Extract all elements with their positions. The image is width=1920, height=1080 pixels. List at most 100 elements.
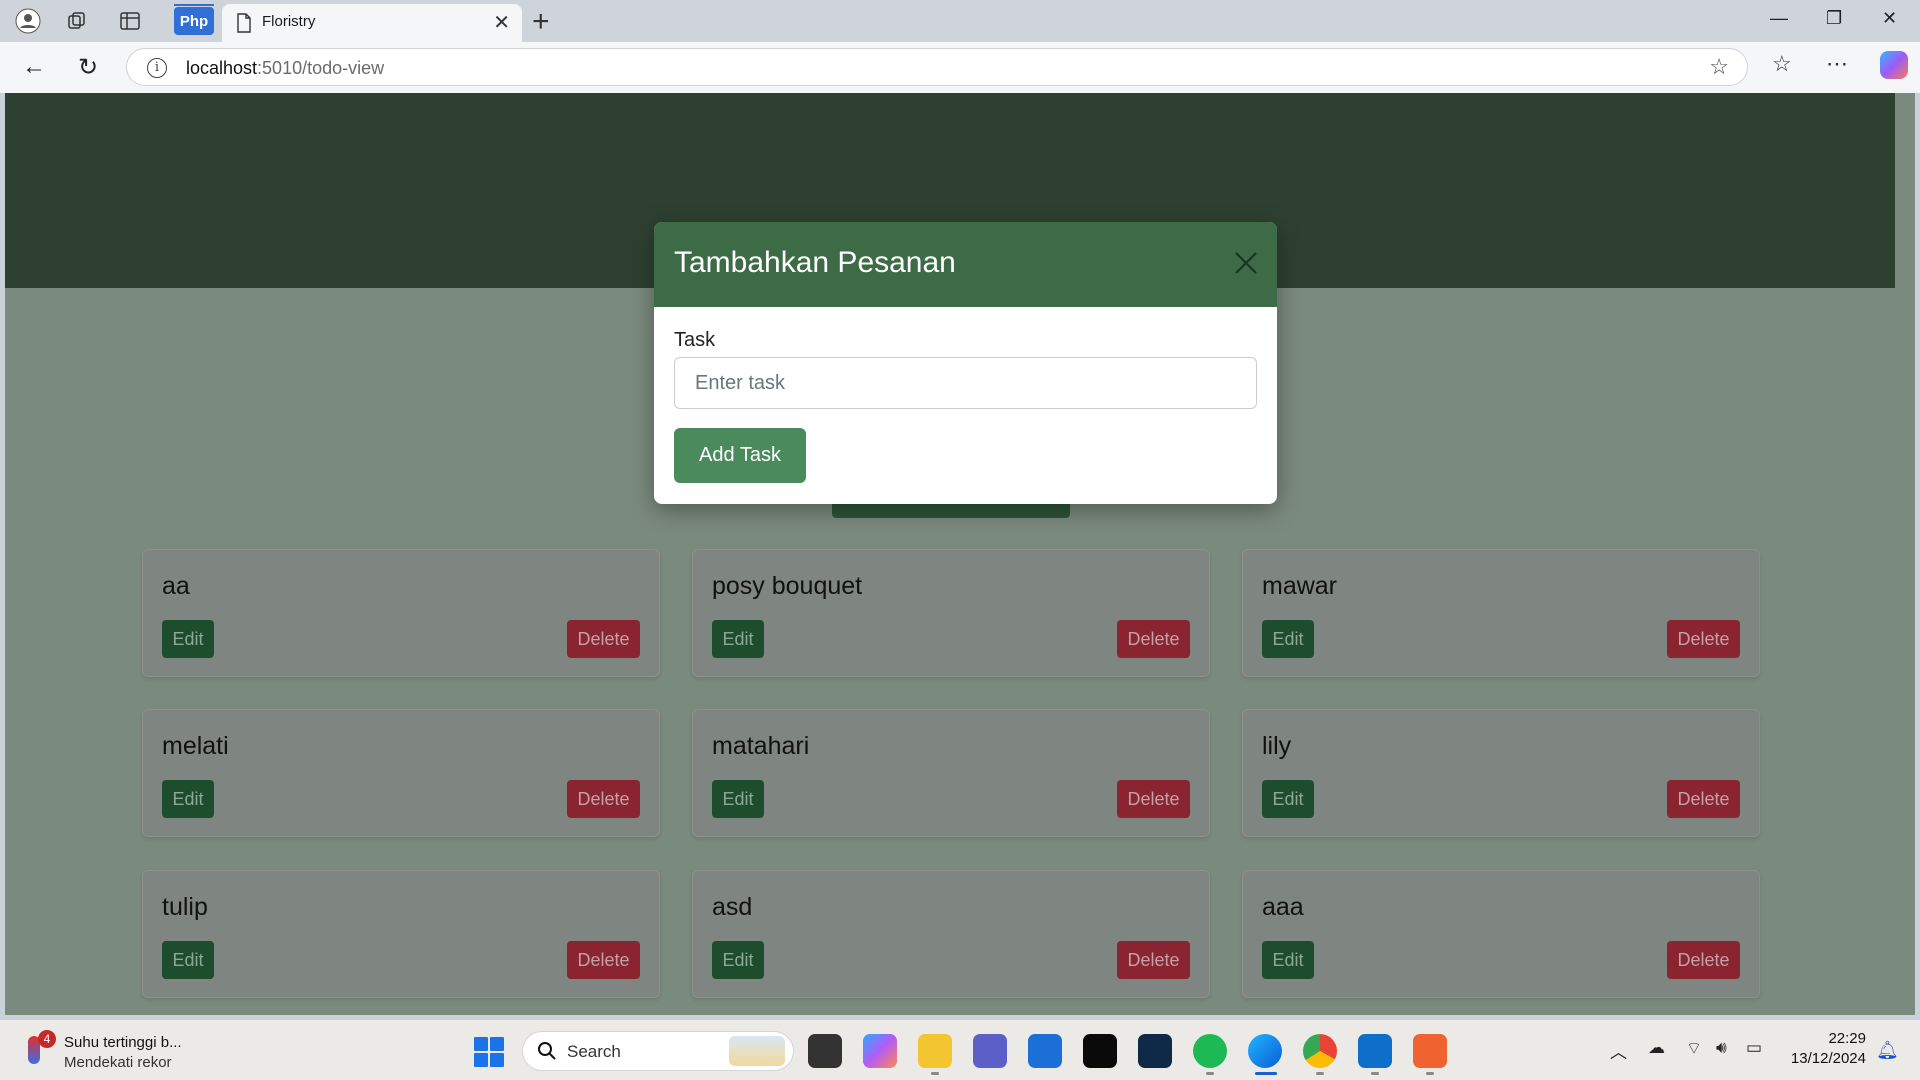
delete-button[interactable]: Delete bbox=[1667, 941, 1740, 979]
task-name: aa bbox=[162, 572, 190, 600]
battery-icon[interactable]: ▭ bbox=[1746, 1038, 1762, 1058]
running-indicator bbox=[1426, 1072, 1434, 1075]
edge-icon[interactable] bbox=[1248, 1034, 1282, 1068]
browser-tab-bar: Php Floristry ✕ + — ❐ ✕ bbox=[0, 0, 1920, 42]
reload-icon[interactable]: ↻ bbox=[78, 53, 98, 82]
delete-button[interactable]: Delete bbox=[1117, 780, 1190, 818]
edit-button[interactable]: Edit bbox=[1262, 941, 1314, 979]
delete-button[interactable]: Delete bbox=[567, 941, 640, 979]
site-info-icon[interactable]: i bbox=[147, 58, 167, 78]
add-order-modal: Tambahkan Pesanan Task Add Task bbox=[654, 222, 1277, 504]
tab-close-icon[interactable]: ✕ bbox=[493, 10, 510, 35]
page-icon bbox=[237, 13, 251, 33]
delete-button[interactable]: Delete bbox=[1117, 620, 1190, 658]
url-text: localhost:5010/todo-view bbox=[186, 58, 385, 78]
notification-badge: 4 bbox=[38, 1030, 56, 1048]
address-bar[interactable]: i localhost:5010/todo-view ☆ bbox=[126, 48, 1748, 86]
task-card: matahari Edit Delete bbox=[692, 709, 1210, 837]
copilot-icon[interactable] bbox=[1880, 51, 1908, 79]
task-card: lily Edit Delete bbox=[1242, 709, 1760, 837]
delete-button[interactable]: Delete bbox=[1667, 780, 1740, 818]
profile-icon[interactable] bbox=[14, 7, 42, 35]
address-toolbar: ← ↻ i localhost:5010/todo-view ☆ ☆ ⋯ bbox=[0, 42, 1920, 93]
copilot-app-icon[interactable] bbox=[863, 1034, 897, 1068]
running-indicator bbox=[931, 1072, 939, 1075]
clock-time: 22:29 bbox=[1828, 1030, 1866, 1047]
store-icon[interactable] bbox=[1028, 1034, 1062, 1068]
system-clock[interactable]: 22:29 13/12/2024 bbox=[1786, 1029, 1866, 1069]
edit-button[interactable]: Edit bbox=[712, 941, 764, 979]
task-input[interactable] bbox=[674, 357, 1257, 409]
task-card: mawar Edit Delete bbox=[1242, 549, 1760, 677]
new-tab-button[interactable]: + bbox=[532, 5, 550, 39]
volume-icon[interactable]: 🔊︎ bbox=[1716, 1038, 1727, 1058]
task-name: posy bouquet bbox=[712, 572, 863, 600]
task-name: matahari bbox=[712, 732, 810, 760]
edit-button[interactable]: Edit bbox=[162, 620, 214, 658]
edit-button[interactable]: Edit bbox=[1262, 620, 1314, 658]
modal-close-icon[interactable] bbox=[1233, 250, 1259, 276]
task-view-icon[interactable] bbox=[808, 1034, 842, 1068]
security-app-icon[interactable] bbox=[1138, 1034, 1172, 1068]
vertical-tabs-icon[interactable] bbox=[116, 7, 144, 35]
task-field-label: Task bbox=[674, 329, 716, 351]
show-hidden-icons-icon[interactable]: ︿ bbox=[1610, 1038, 1627, 1063]
task-name: mawar bbox=[1262, 572, 1338, 600]
task-name: tulip bbox=[162, 893, 208, 921]
restore-icon[interactable]: ❐ bbox=[1826, 8, 1842, 29]
task-card: melati Edit Delete bbox=[142, 709, 660, 837]
minimize-icon[interactable]: — bbox=[1770, 8, 1788, 29]
tab-php[interactable]: Php bbox=[174, 4, 214, 35]
task-name: aaa bbox=[1262, 893, 1304, 921]
file-explorer-icon[interactable] bbox=[918, 1034, 952, 1068]
edit-button[interactable]: Edit bbox=[712, 780, 764, 818]
xampp-icon[interactable] bbox=[1413, 1034, 1447, 1068]
search-icon bbox=[538, 1042, 556, 1060]
weather-title: Suhu tertinggi b... bbox=[64, 1034, 182, 1051]
task-name: melati bbox=[162, 732, 229, 760]
edit-button[interactable]: Edit bbox=[1262, 780, 1314, 818]
active-indicator bbox=[1255, 1072, 1277, 1075]
edit-button[interactable]: Edit bbox=[162, 780, 214, 818]
onedrive-icon[interactable]: ☁ bbox=[1648, 1038, 1665, 1058]
windows-start-icon[interactable] bbox=[474, 1037, 504, 1067]
dropbox-icon[interactable] bbox=[1083, 1034, 1117, 1068]
scrollbar[interactable] bbox=[1895, 93, 1915, 1015]
task-card: aa Edit Delete bbox=[142, 549, 660, 677]
notifications-bell-icon[interactable]: 🔔︎ bbox=[1876, 1040, 1899, 1061]
delete-button[interactable]: Delete bbox=[1117, 941, 1190, 979]
workspaces-icon[interactable] bbox=[63, 7, 91, 35]
modal-header: Tambahkan Pesanan bbox=[654, 222, 1277, 307]
edit-button[interactable]: Edit bbox=[712, 620, 764, 658]
task-card: posy bouquet Edit Delete bbox=[692, 549, 1210, 677]
running-indicator bbox=[1316, 1072, 1324, 1075]
modal-title: Tambahkan Pesanan bbox=[674, 246, 956, 279]
more-options-icon[interactable]: ⋯ bbox=[1826, 51, 1848, 77]
wifi-icon[interactable]: ⌔ bbox=[1686, 1038, 1702, 1059]
back-icon[interactable]: ← bbox=[22, 53, 46, 81]
delete-button[interactable]: Delete bbox=[567, 780, 640, 818]
task-card: aaa Edit Delete bbox=[1242, 870, 1760, 998]
spotify-icon[interactable] bbox=[1193, 1034, 1227, 1068]
favorites-icon[interactable]: ☆ bbox=[1772, 51, 1792, 77]
task-card: asd Edit Delete bbox=[692, 870, 1210, 998]
delete-button[interactable]: Delete bbox=[567, 620, 640, 658]
window-close-icon[interactable]: ✕ bbox=[1882, 8, 1897, 29]
favorite-star-icon[interactable]: ☆ bbox=[1709, 54, 1729, 80]
running-indicator bbox=[1371, 1072, 1379, 1075]
search-highlight-icon bbox=[729, 1036, 785, 1066]
taskbar: 4 Suhu tertinggi b... Mendekati rekor Se… bbox=[0, 1020, 1920, 1080]
chrome-icon[interactable] bbox=[1303, 1034, 1337, 1068]
search-label: Search bbox=[567, 1042, 621, 1061]
task-name: asd bbox=[712, 893, 753, 921]
page-viewport: Tambahkan Pesanan aa Edit Delete posy bo… bbox=[5, 93, 1915, 1015]
vscode-icon[interactable] bbox=[1358, 1034, 1392, 1068]
teams-icon[interactable] bbox=[973, 1034, 1007, 1068]
task-card: tulip Edit Delete bbox=[142, 870, 660, 998]
taskbar-search[interactable]: Search bbox=[522, 1031, 794, 1071]
tab-floristry[interactable]: Floristry ✕ bbox=[222, 4, 522, 42]
add-task-button[interactable]: Add Task bbox=[674, 428, 806, 483]
delete-button[interactable]: Delete bbox=[1667, 620, 1740, 658]
running-indicator bbox=[1206, 1072, 1214, 1075]
edit-button[interactable]: Edit bbox=[162, 941, 214, 979]
